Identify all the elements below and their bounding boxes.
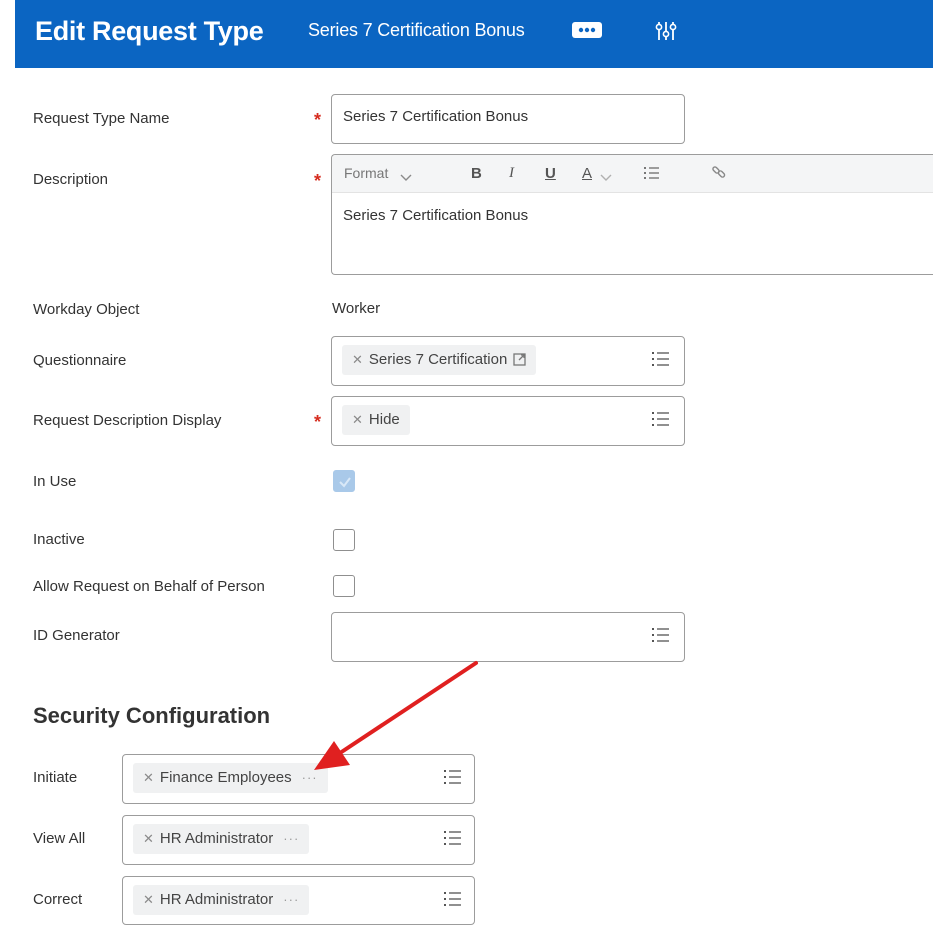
x-icon[interactable]: ✕ <box>352 352 363 367</box>
view-all-pill[interactable]: ✕ HR Administrator ··· <box>133 824 310 854</box>
section-title: Security Configuration <box>33 703 271 728</box>
in-use-label: In Use <box>33 473 77 490</box>
chevron-down-icon[interactable] <box>600 169 612 185</box>
format-dropdown[interactable]: Format <box>344 165 388 181</box>
ellipsis-icon[interactable]: ··· <box>283 831 299 846</box>
questionnaire-label: Questionnaire <box>33 352 127 369</box>
list-icon[interactable] <box>652 627 670 648</box>
view-all-pill-label: HR Administrator <box>159 830 274 847</box>
initiate-prompt[interactable]: ✕ Finance Employees ··· <box>122 754 475 804</box>
correct-label: Correct <box>33 891 83 908</box>
ellipsis-icon[interactable]: ··· <box>302 770 318 785</box>
bold-button[interactable]: B <box>471 165 482 182</box>
bulleted-list-icon[interactable] <box>644 166 660 183</box>
view-all-label: View All <box>33 830 86 847</box>
workday-object-label: Workday Object <box>33 301 140 318</box>
editor-toolbar: Format B I U A <box>332 155 933 193</box>
initiate-pill[interactable]: ✕ Finance Employees ··· <box>133 763 328 793</box>
id-generator-label: ID Generator <box>33 627 120 644</box>
list-icon[interactable] <box>652 351 670 372</box>
questionnaire-pill-label: Series 7 Certification <box>368 351 508 368</box>
questionnaire-pill[interactable]: ✕ Series 7 Certification <box>342 345 537 375</box>
description-value: Series 7 Certification Bonus <box>343 207 529 224</box>
questionnaire-prompt[interactable]: ✕ Series 7 Certification <box>331 336 685 386</box>
id-generator-prompt[interactable] <box>331 612 685 662</box>
allow-behalf-checkbox[interactable] <box>333 575 355 597</box>
description-label: Description <box>33 171 109 188</box>
request-description-display-pill[interactable]: ✕ Hide <box>342 405 410 435</box>
object-title[interactable]: Series 7 Certification Bonus <box>308 20 525 41</box>
font-color-button[interactable]: A <box>582 165 592 182</box>
underline-button[interactable]: U <box>545 165 556 182</box>
correct-pill-label: HR Administrator <box>159 891 274 908</box>
request-type-name-value: Series 7 Certification Bonus <box>343 108 529 125</box>
x-icon[interactable]: ✕ <box>143 770 154 785</box>
initiate-label: Initiate <box>33 769 78 786</box>
x-icon[interactable]: ✕ <box>352 412 363 427</box>
ellipsis-icon[interactable]: ··· <box>283 892 299 907</box>
request-type-name-label: Request Type Name <box>33 110 170 127</box>
correct-prompt[interactable]: ✕ HR Administrator ··· <box>122 876 475 925</box>
view-all-prompt[interactable]: ✕ HR Administrator ··· <box>122 815 475 865</box>
request-description-display-label: Request Description Display <box>33 412 222 429</box>
external-link-icon[interactable] <box>513 353 526 370</box>
correct-pill[interactable]: ✕ HR Administrator ··· <box>133 885 310 915</box>
inactive-checkbox[interactable] <box>333 529 355 551</box>
page-header: Edit Request Type Series 7 Certification… <box>15 0 933 68</box>
italic-button[interactable]: I <box>509 165 514 182</box>
required-marker: * <box>314 110 322 130</box>
request-description-display-pill-label: Hide <box>368 411 400 428</box>
list-icon[interactable] <box>444 769 462 790</box>
link-icon[interactable] <box>712 165 726 182</box>
chevron-down-icon[interactable] <box>400 169 412 185</box>
page-title: Edit Request Type <box>35 16 264 46</box>
ellipsis-icon[interactable] <box>572 22 602 38</box>
list-icon[interactable] <box>444 830 462 851</box>
list-icon[interactable] <box>652 411 670 432</box>
request-description-display-prompt[interactable]: ✕ Hide <box>331 396 685 446</box>
x-icon[interactable]: ✕ <box>143 831 154 846</box>
initiate-pill-label: Finance Employees <box>159 769 292 786</box>
in-use-checkbox[interactable] <box>333 470 355 492</box>
allow-behalf-label: Allow Request on Behalf of Person <box>33 578 265 595</box>
required-marker: * <box>314 412 322 432</box>
list-icon[interactable] <box>444 891 462 912</box>
inactive-label: Inactive <box>33 531 85 548</box>
related-actions-icon[interactable] <box>655 19 677 48</box>
request-type-name-input[interactable]: Series 7 Certification Bonus <box>331 94 685 144</box>
x-icon[interactable]: ✕ <box>143 892 154 907</box>
workday-object-value: Worker <box>332 300 381 317</box>
required-marker: * <box>314 171 322 191</box>
description-editor[interactable]: Format B I U A Series 7 Certification Bo… <box>331 154 933 275</box>
